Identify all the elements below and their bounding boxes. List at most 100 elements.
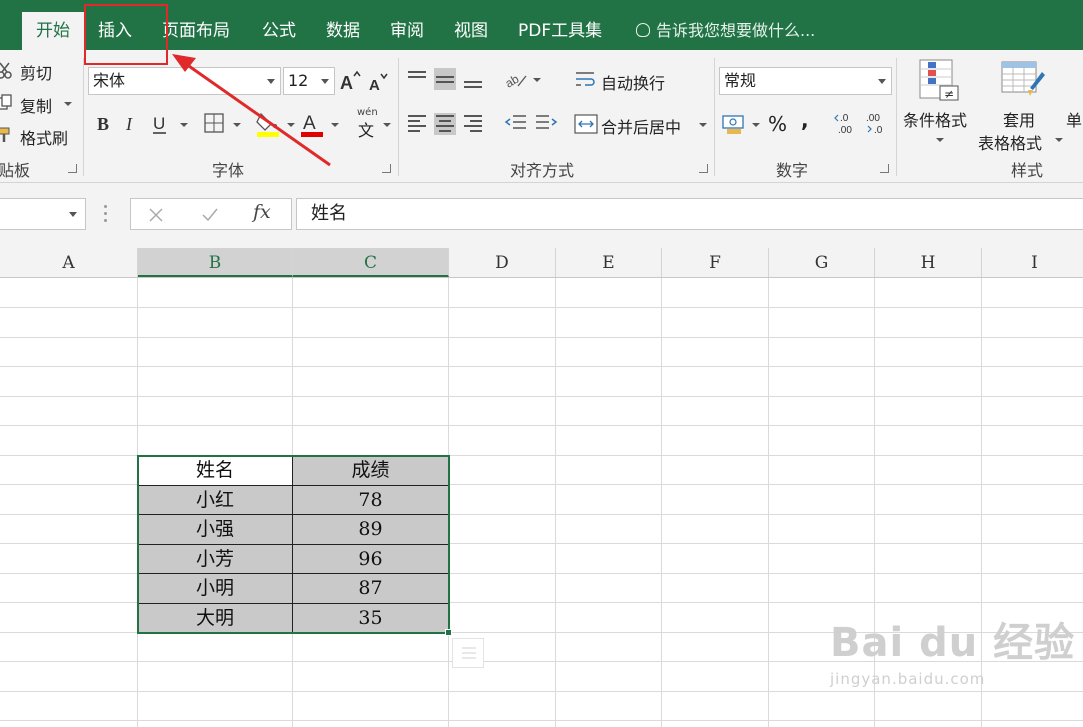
merge-center-button[interactable]: 合并后居中: [601, 114, 681, 138]
quick-analysis-icon[interactable]: [452, 638, 484, 668]
formula-input[interactable]: 姓名: [296, 198, 1083, 230]
wrap-text-icon[interactable]: [574, 68, 598, 92]
bold-icon[interactable]: B: [94, 112, 114, 134]
column-header-i[interactable]: I: [982, 248, 1083, 277]
increase-decimal-icon[interactable]: .0.00: [834, 110, 862, 136]
enter-check-icon[interactable]: [201, 206, 219, 224]
format-as-table-icon[interactable]: [1000, 58, 1046, 102]
borders-dropdown-icon[interactable]: [233, 123, 241, 127]
table-row-name[interactable]: 大明: [138, 604, 292, 633]
chevron-down-icon: [878, 79, 886, 84]
decrease-indent-icon[interactable]: [504, 113, 528, 135]
font-color-dropdown-icon[interactable]: [331, 123, 339, 127]
cell-c6-score-header[interactable]: 成绩: [293, 456, 448, 485]
name-box[interactable]: [0, 198, 86, 230]
table-row-score[interactable]: 87: [293, 574, 448, 603]
comma-style-icon[interactable]: ,: [801, 108, 809, 132]
merge-center-icon[interactable]: [574, 113, 598, 135]
align-top-icon[interactable]: [406, 68, 428, 90]
clipboard-launcher-icon[interactable]: [68, 164, 77, 173]
fill-color-dropdown-icon[interactable]: [287, 123, 295, 127]
table-row-score[interactable]: 35: [293, 604, 448, 633]
table-border: [138, 544, 448, 545]
copy-dropdown-icon[interactable]: [64, 102, 72, 106]
table-row-score[interactable]: 96: [293, 545, 448, 574]
currency-icon[interactable]: [722, 112, 748, 136]
tab-view[interactable]: 视图: [454, 0, 488, 50]
font-size-combo[interactable]: 12: [283, 67, 335, 95]
formula-bar-grip-icon[interactable]: [104, 205, 107, 223]
alignment-launcher-icon[interactable]: [699, 164, 708, 173]
svg-text:≠: ≠: [944, 87, 954, 101]
column-header-b[interactable]: B: [138, 248, 293, 277]
tab-insert[interactable]: 插入: [98, 0, 132, 50]
underline-icon[interactable]: U: [150, 112, 172, 136]
table-row-name[interactable]: 小红: [138, 486, 292, 515]
svg-text:U: U: [153, 114, 165, 133]
number-launcher-icon[interactable]: [880, 164, 889, 173]
tab-pdf-tools[interactable]: PDF工具集: [518, 0, 602, 50]
format-as-table-dropdown-icon[interactable]: [1055, 138, 1063, 142]
fill-color-icon[interactable]: [255, 110, 283, 138]
table-row-score[interactable]: 78: [293, 486, 448, 515]
currency-dropdown-icon[interactable]: [752, 123, 760, 127]
column-header-c[interactable]: C: [293, 248, 449, 277]
merge-dropdown-icon[interactable]: [699, 123, 707, 127]
cell-b6-name-header[interactable]: 姓名: [138, 456, 292, 485]
align-middle-icon[interactable]: [434, 68, 456, 90]
decrease-decimal-icon[interactable]: .00.0: [864, 110, 892, 136]
column-header-d[interactable]: D: [449, 248, 556, 277]
table-row-name[interactable]: 小芳: [138, 545, 292, 574]
increase-font-size-icon[interactable]: A: [340, 70, 362, 92]
align-left-icon[interactable]: [406, 113, 428, 135]
svg-text:.0: .0: [840, 113, 849, 124]
orientation-icon[interactable]: ab: [504, 68, 528, 90]
conditional-formatting-button[interactable]: 条件格式: [903, 107, 967, 131]
table-border: [138, 485, 448, 486]
borders-icon[interactable]: [203, 112, 225, 134]
fill-handle[interactable]: [445, 629, 452, 636]
font-name-combo[interactable]: 宋体: [88, 67, 281, 95]
column-header-f[interactable]: F: [662, 248, 769, 277]
cell-styles-button[interactable]: 单: [1066, 107, 1082, 131]
percent-icon[interactable]: %: [768, 112, 787, 136]
conditional-dropdown-icon[interactable]: [936, 138, 944, 142]
column-header-e[interactable]: E: [556, 248, 662, 277]
font-color-icon[interactable]: A: [300, 110, 326, 138]
wrap-text-button[interactable]: 自动换行: [601, 70, 665, 94]
tab-formulas[interactable]: 公式: [262, 0, 296, 50]
font-launcher-icon[interactable]: [382, 164, 391, 173]
cancel-icon[interactable]: [147, 206, 165, 224]
increase-indent-icon[interactable]: [534, 113, 558, 135]
cut-button[interactable]: 剪切: [20, 60, 52, 84]
number-format-combo[interactable]: 常规: [719, 67, 892, 95]
table-row-name[interactable]: 小明: [138, 574, 292, 603]
align-center-icon[interactable]: [434, 113, 456, 135]
align-bottom-icon[interactable]: [462, 68, 484, 90]
tab-home[interactable]: 开始: [22, 12, 84, 50]
conditional-formatting-icon[interactable]: ≠: [918, 58, 960, 102]
tab-review[interactable]: 审阅: [390, 0, 424, 50]
column-header-a[interactable]: A: [0, 248, 138, 277]
font-group-label: 字体: [212, 161, 245, 180]
tell-me-box[interactable]: 告诉我您想要做什么...: [636, 0, 815, 50]
orientation-dropdown-icon[interactable]: [533, 78, 541, 82]
format-painter-button[interactable]: 格式刷: [20, 125, 68, 149]
copy-button[interactable]: 复制: [20, 93, 52, 117]
format-as-table-button[interactable]: 表格格式: [978, 130, 1042, 154]
decrease-font-size-icon[interactable]: A: [368, 72, 390, 94]
underline-dropdown-icon[interactable]: [180, 123, 188, 127]
table-row-score[interactable]: 89: [293, 515, 448, 544]
tab-data[interactable]: 数据: [326, 0, 360, 50]
column-header-g[interactable]: G: [769, 248, 875, 277]
phonetic-dropdown-icon[interactable]: [383, 123, 391, 127]
column-header-h[interactable]: H: [875, 248, 982, 277]
italic-icon[interactable]: I: [122, 112, 142, 134]
table-row-name[interactable]: 小强: [138, 515, 292, 544]
tab-page-layout[interactable]: 页面布局: [162, 0, 230, 50]
phonetic-guide-icon[interactable]: 文: [358, 117, 374, 141]
align-right-icon[interactable]: [462, 113, 484, 135]
group-separator: [714, 58, 715, 176]
format-as-table-line1[interactable]: 套用: [1003, 107, 1035, 131]
insert-function-icon[interactable]: fx: [253, 201, 271, 223]
